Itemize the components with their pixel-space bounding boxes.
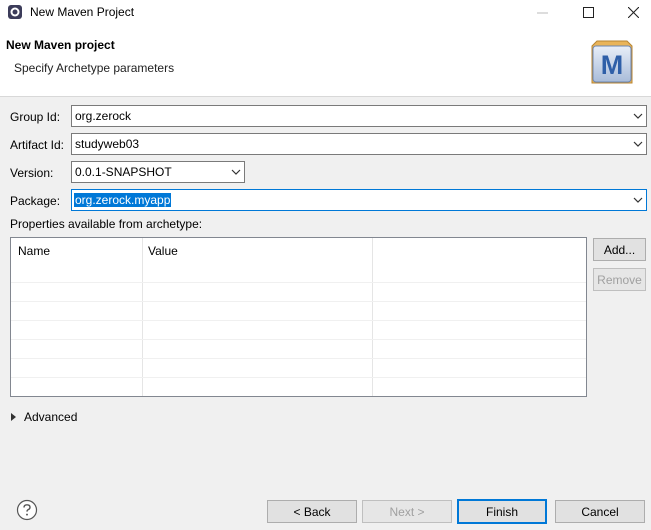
page-title: New Maven project [6, 38, 115, 52]
column-header-value[interactable]: Value [148, 244, 178, 258]
group-id-combo[interactable]: org.zerock [71, 105, 647, 127]
add-property-button[interactable]: Add... [593, 238, 646, 261]
close-button[interactable] [610, 0, 651, 24]
eclipse-icon [8, 5, 22, 19]
close-icon [627, 6, 639, 18]
table-row [11, 339, 586, 340]
triangle-right-icon [11, 413, 16, 421]
version-label: Version: [10, 166, 54, 180]
maven-logo-icon: M [591, 40, 633, 84]
table-row [11, 358, 586, 359]
cancel-button[interactable]: Cancel [555, 500, 645, 523]
maximize-icon [582, 6, 594, 18]
chevron-down-icon[interactable] [632, 110, 644, 122]
chevron-down-icon[interactable] [632, 138, 644, 150]
maximize-button[interactable] [565, 0, 611, 24]
remove-property-button[interactable]: Remove [593, 268, 646, 291]
properties-table[interactable]: Name Value [10, 237, 587, 397]
column-divider [142, 238, 143, 396]
table-row [11, 282, 586, 283]
package-value: org.zerock.myapp [74, 193, 172, 207]
properties-label: Properties available from archetype: [10, 217, 203, 231]
column-divider [372, 238, 373, 396]
package-combo[interactable]: org.zerock.myapp [71, 189, 647, 211]
version-value: 0.0.1-SNAPSHOT [75, 165, 172, 179]
version-combo[interactable]: 0.0.1-SNAPSHOT [71, 161, 245, 183]
artifact-id-combo[interactable]: studyweb03 [71, 133, 647, 155]
help-icon[interactable] [16, 499, 38, 521]
chevron-down-icon[interactable] [230, 166, 242, 178]
page-subtitle: Specify Archetype parameters [14, 61, 175, 75]
next-button[interactable]: Next > [362, 500, 452, 523]
table-row [11, 377, 586, 378]
artifact-id-label: Artifact Id: [10, 138, 65, 152]
table-row [11, 320, 586, 321]
group-id-label: Group Id: [10, 110, 61, 124]
minimize-button[interactable] [519, 0, 565, 24]
chevron-down-icon[interactable] [632, 194, 644, 206]
advanced-label: Advanced [24, 410, 78, 424]
artifact-id-value: studyweb03 [75, 137, 140, 151]
title-bar: New Maven Project [0, 0, 651, 24]
table-row [11, 301, 586, 302]
minimize-icon [536, 12, 548, 13]
advanced-section-toggle[interactable]: Advanced [11, 410, 77, 424]
wizard-header: New Maven project Specify Archetype para… [0, 24, 651, 97]
finish-button[interactable]: Finish [457, 499, 547, 524]
back-button[interactable]: < Back [267, 500, 357, 523]
column-header-name[interactable]: Name [18, 244, 50, 258]
window-title: New Maven Project [30, 5, 135, 19]
svg-text:M: M [601, 50, 624, 80]
group-id-value: org.zerock [75, 109, 132, 123]
package-label: Package: [10, 194, 61, 208]
